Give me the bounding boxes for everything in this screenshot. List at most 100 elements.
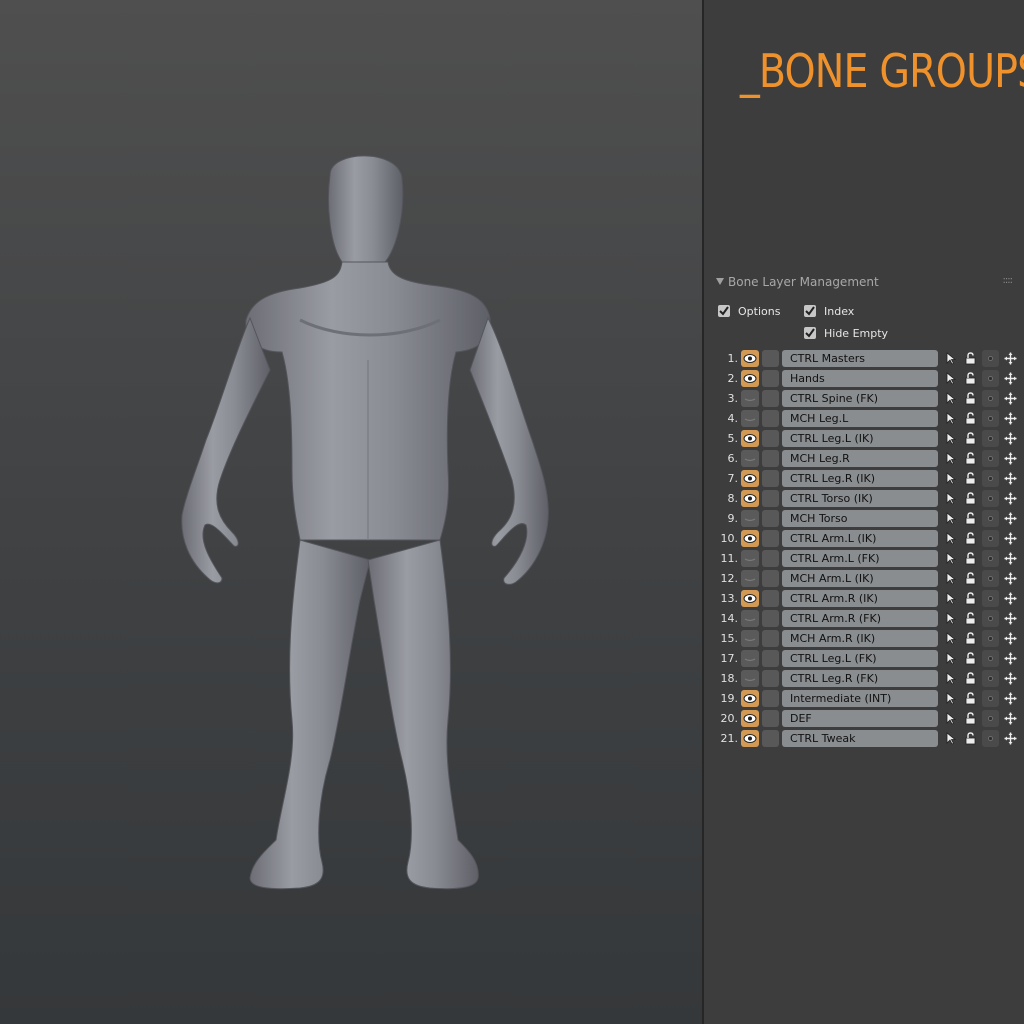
- select-bones-button[interactable]: [942, 510, 959, 527]
- lock-toggle-button[interactable]: [962, 650, 979, 667]
- visibility-toggle[interactable]: [741, 510, 759, 527]
- solo-toggle-button[interactable]: [982, 690, 999, 707]
- collapse-triangle-icon[interactable]: [716, 278, 724, 285]
- layer-toggle-button[interactable]: [762, 650, 779, 667]
- layer-name-field[interactable]: CTRL Arm.R (IK): [782, 590, 938, 607]
- select-bones-button[interactable]: [942, 410, 959, 427]
- solo-toggle-button[interactable]: [982, 710, 999, 727]
- select-bones-button[interactable]: [942, 530, 959, 547]
- visibility-toggle[interactable]: [741, 670, 759, 687]
- layer-name-field[interactable]: CTRL Leg.R (IK): [782, 470, 938, 487]
- move-bones-button[interactable]: [1002, 490, 1019, 507]
- select-bones-button[interactable]: [942, 730, 959, 747]
- lock-toggle-button[interactable]: [962, 610, 979, 627]
- move-bones-button[interactable]: [1002, 610, 1019, 627]
- lock-toggle-button[interactable]: [962, 570, 979, 587]
- solo-toggle-button[interactable]: [982, 450, 999, 467]
- lock-toggle-button[interactable]: [962, 550, 979, 567]
- solo-toggle-button[interactable]: [982, 550, 999, 567]
- visibility-toggle[interactable]: [741, 650, 759, 667]
- index-checkbox[interactable]: [804, 305, 816, 317]
- layer-toggle-button[interactable]: [762, 630, 779, 647]
- select-bones-button[interactable]: [942, 370, 959, 387]
- solo-toggle-button[interactable]: [982, 370, 999, 387]
- visibility-toggle[interactable]: [741, 450, 759, 467]
- visibility-toggle[interactable]: [741, 590, 759, 607]
- layer-name-field[interactable]: CTRL Arm.L (IK): [782, 530, 938, 547]
- solo-toggle-button[interactable]: [982, 630, 999, 647]
- layer-name-field[interactable]: MCH Arm.L (IK): [782, 570, 938, 587]
- options-checkbox-row[interactable]: Options: [718, 305, 780, 318]
- layer-toggle-button[interactable]: [762, 370, 779, 387]
- solo-toggle-button[interactable]: [982, 350, 999, 367]
- solo-toggle-button[interactable]: [982, 470, 999, 487]
- lock-toggle-button[interactable]: [962, 370, 979, 387]
- lock-toggle-button[interactable]: [962, 690, 979, 707]
- select-bones-button[interactable]: [942, 690, 959, 707]
- solo-toggle-button[interactable]: [982, 510, 999, 527]
- lock-toggle-button[interactable]: [962, 430, 979, 447]
- visibility-toggle[interactable]: [741, 730, 759, 747]
- layer-name-field[interactable]: MCH Leg.L: [782, 410, 938, 427]
- visibility-toggle[interactable]: [741, 430, 759, 447]
- solo-toggle-button[interactable]: [982, 570, 999, 587]
- layer-toggle-button[interactable]: [762, 490, 779, 507]
- move-bones-button[interactable]: [1002, 550, 1019, 567]
- visibility-toggle[interactable]: [741, 490, 759, 507]
- solo-toggle-button[interactable]: [982, 670, 999, 687]
- lock-toggle-button[interactable]: [962, 410, 979, 427]
- visibility-toggle[interactable]: [741, 690, 759, 707]
- lock-toggle-button[interactable]: [962, 450, 979, 467]
- select-bones-button[interactable]: [942, 610, 959, 627]
- select-bones-button[interactable]: [942, 390, 959, 407]
- lock-toggle-button[interactable]: [962, 630, 979, 647]
- layer-name-field[interactable]: MCH Arm.R (IK): [782, 630, 938, 647]
- layer-toggle-button[interactable]: [762, 450, 779, 467]
- visibility-toggle[interactable]: [741, 530, 759, 547]
- visibility-toggle[interactable]: [741, 570, 759, 587]
- lock-toggle-button[interactable]: [962, 510, 979, 527]
- lock-toggle-button[interactable]: [962, 390, 979, 407]
- layer-toggle-button[interactable]: [762, 350, 779, 367]
- layer-name-field[interactable]: CTRL Torso (IK): [782, 490, 938, 507]
- layer-toggle-button[interactable]: [762, 530, 779, 547]
- layer-name-field[interactable]: Intermediate (INT): [782, 690, 938, 707]
- drag-grip-icon[interactable]: ::::: [1003, 275, 1014, 286]
- solo-toggle-button[interactable]: [982, 730, 999, 747]
- select-bones-button[interactable]: [942, 450, 959, 467]
- solo-toggle-button[interactable]: [982, 410, 999, 427]
- layer-name-field[interactable]: CTRL Spine (FK): [782, 390, 938, 407]
- solo-toggle-button[interactable]: [982, 610, 999, 627]
- layer-toggle-button[interactable]: [762, 430, 779, 447]
- select-bones-button[interactable]: [942, 490, 959, 507]
- lock-toggle-button[interactable]: [962, 730, 979, 747]
- layer-toggle-button[interactable]: [762, 470, 779, 487]
- layer-toggle-button[interactable]: [762, 590, 779, 607]
- 3d-viewport[interactable]: [0, 0, 702, 1024]
- layer-toggle-button[interactable]: [762, 610, 779, 627]
- move-bones-button[interactable]: [1002, 670, 1019, 687]
- move-bones-button[interactable]: [1002, 430, 1019, 447]
- layer-name-field[interactable]: CTRL Masters: [782, 350, 938, 367]
- move-bones-button[interactable]: [1002, 530, 1019, 547]
- solo-toggle-button[interactable]: [982, 490, 999, 507]
- hide-empty-checkbox[interactable]: [804, 327, 816, 339]
- layer-name-field[interactable]: CTRL Arm.L (FK): [782, 550, 938, 567]
- select-bones-button[interactable]: [942, 350, 959, 367]
- move-bones-button[interactable]: [1002, 510, 1019, 527]
- section-header-bone-layer-management[interactable]: Bone Layer Management ::::: [716, 275, 1016, 291]
- move-bones-button[interactable]: [1002, 690, 1019, 707]
- move-bones-button[interactable]: [1002, 710, 1019, 727]
- layer-name-field[interactable]: CTRL Arm.R (FK): [782, 610, 938, 627]
- move-bones-button[interactable]: [1002, 570, 1019, 587]
- solo-toggle-button[interactable]: [982, 590, 999, 607]
- visibility-toggle[interactable]: [741, 610, 759, 627]
- hide-empty-checkbox-row[interactable]: Hide Empty: [804, 327, 888, 340]
- move-bones-button[interactable]: [1002, 410, 1019, 427]
- layer-name-field[interactable]: CTRL Tweak: [782, 730, 938, 747]
- select-bones-button[interactable]: [942, 590, 959, 607]
- layer-name-field[interactable]: DEF: [782, 710, 938, 727]
- select-bones-button[interactable]: [942, 470, 959, 487]
- select-bones-button[interactable]: [942, 650, 959, 667]
- move-bones-button[interactable]: [1002, 350, 1019, 367]
